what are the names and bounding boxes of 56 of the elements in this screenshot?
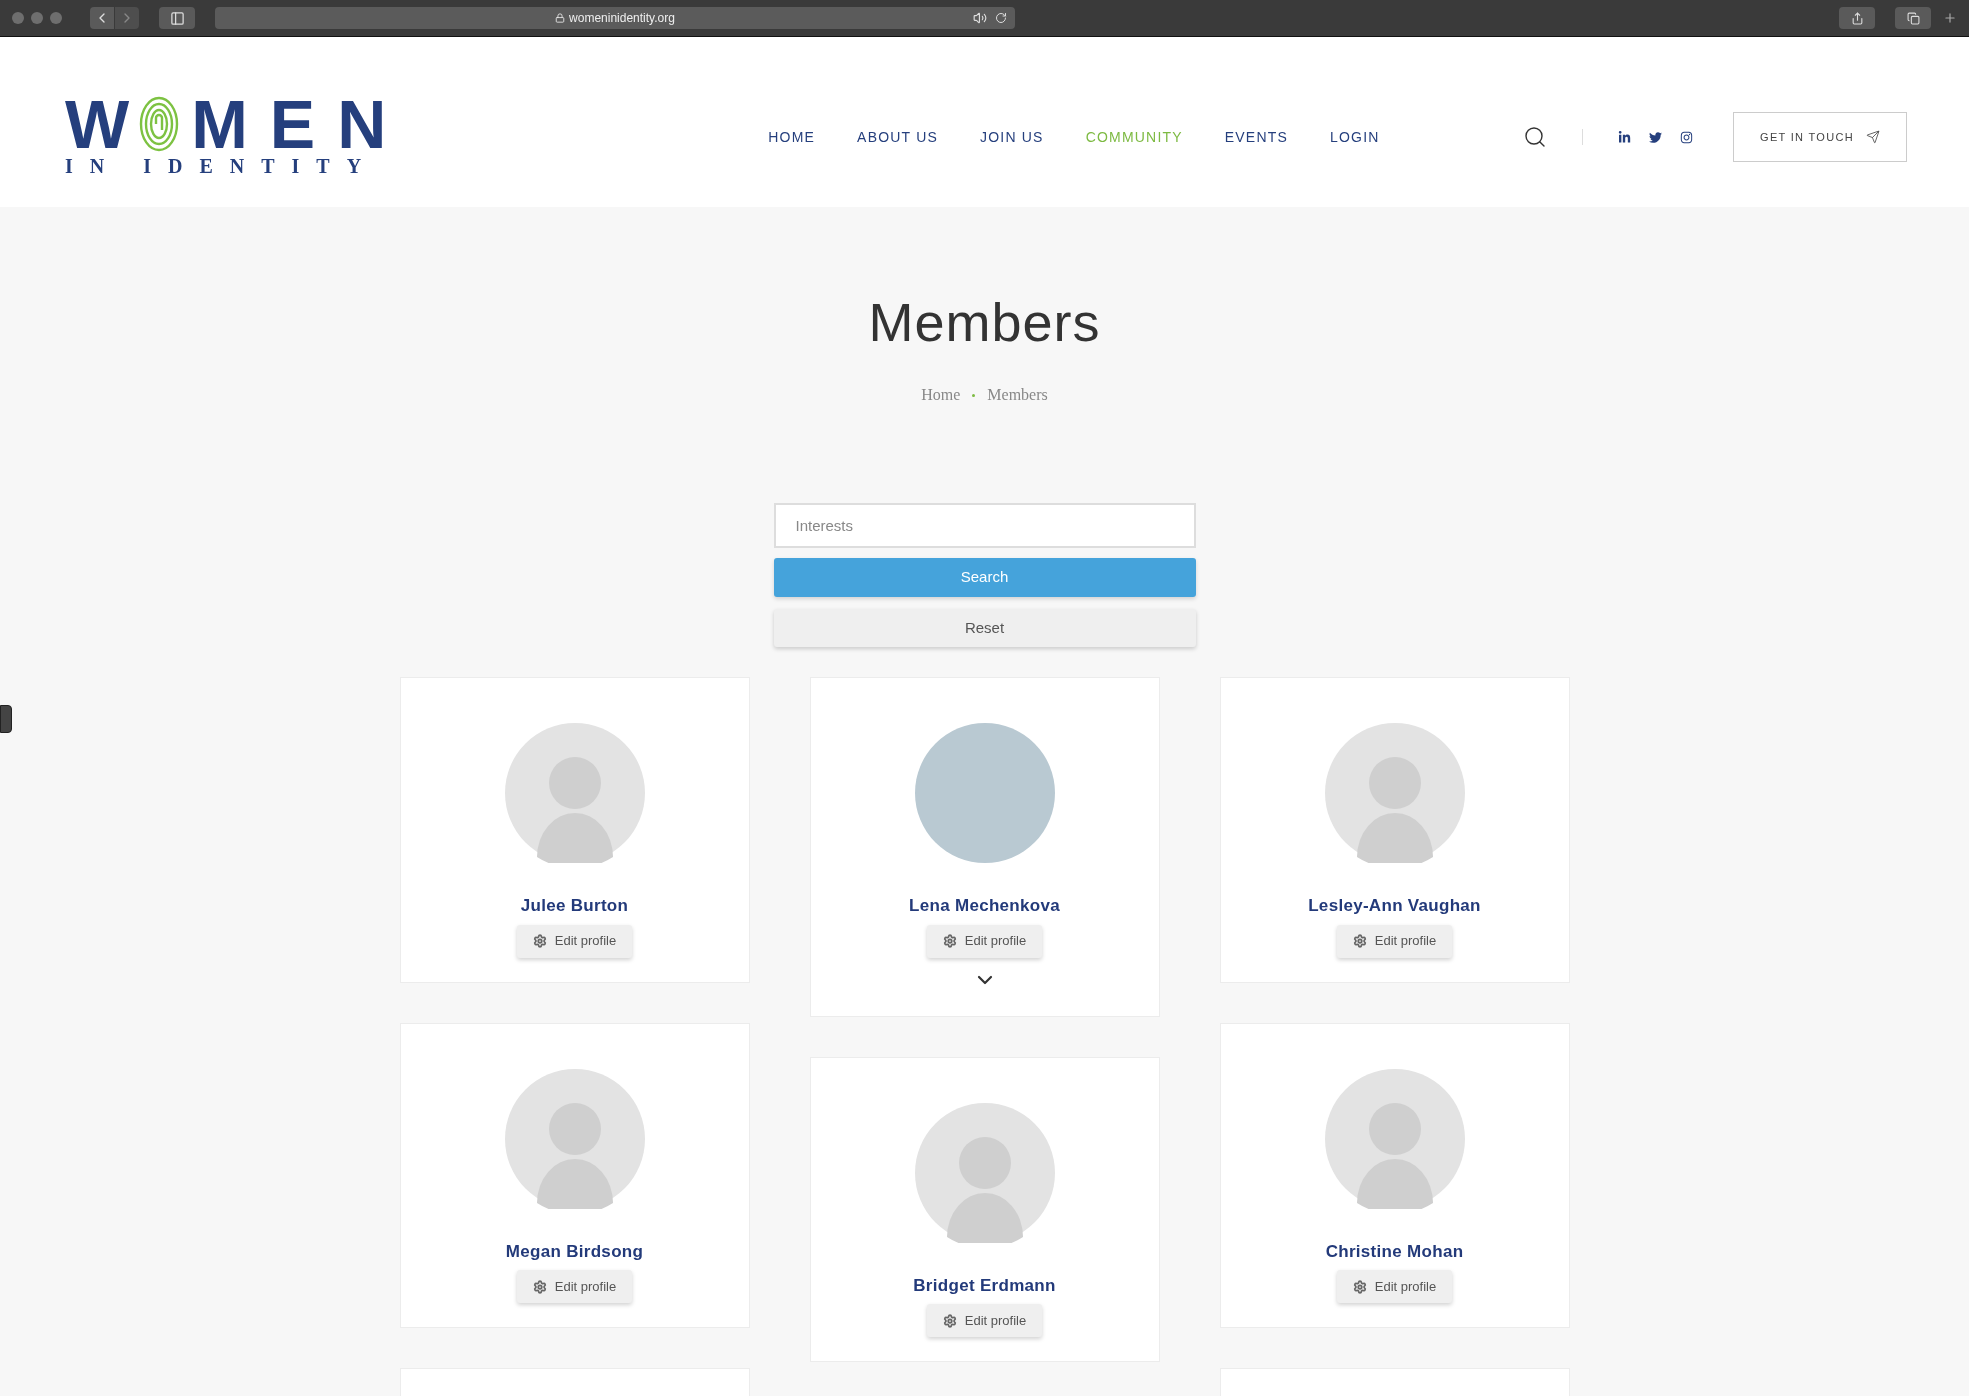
edit-profile-button[interactable]: Edit profile (1336, 924, 1453, 958)
window-control-icon[interactable] (12, 12, 24, 24)
site-logo[interactable]: W MEN IN IDENTITY (65, 96, 409, 178)
gear-icon (1352, 934, 1367, 948)
member-name[interactable]: Bridget Erdmann (913, 1272, 1056, 1298)
reload-icon[interactable] (995, 12, 1007, 24)
logo-text: W (65, 96, 136, 152)
reset-button[interactable]: Reset (773, 609, 1196, 647)
nav-link[interactable]: HOME (768, 126, 816, 148)
search-icon[interactable] (1523, 125, 1547, 149)
edit-profile-button[interactable]: Edit profile (1336, 1270, 1453, 1303)
edit-profile-button[interactable]: Edit profile (926, 924, 1043, 958)
logo-tagline: IN IDENTITY (65, 154, 379, 178)
nav-link[interactable]: JOIN US (980, 126, 1044, 148)
member-name[interactable]: Julee Burton (520, 893, 629, 919)
sidebar-icon (169, 10, 185, 26)
linkedin-icon[interactable] (1618, 130, 1631, 144)
window-control-icon[interactable] (31, 12, 43, 24)
fingerprint-icon (139, 96, 180, 152)
member-name[interactable]: Lesley-Ann Vaughan (1308, 893, 1481, 919)
share-button[interactable] (1839, 7, 1875, 29)
get-in-touch-button[interactable]: GET IN TOUCH (1733, 112, 1907, 162)
gear-icon (532, 934, 547, 948)
gear-icon (942, 1313, 957, 1328)
back-button[interactable] (90, 7, 114, 29)
interests-field[interactable]: Interests (773, 503, 1196, 548)
gear-icon (1352, 1279, 1367, 1294)
paper-plane-icon (1865, 130, 1880, 144)
window-control-icon[interactable] (50, 12, 62, 24)
page-title: Members (868, 295, 1101, 349)
edit-profile-button[interactable]: Edit profile (516, 1270, 633, 1303)
address-bar[interactable]: womeninidentity.org (215, 7, 1015, 29)
nav-link[interactable]: ABOUT US (857, 126, 939, 148)
tabs-button[interactable] (1895, 7, 1931, 29)
nav-link[interactable]: LOGIN (1330, 126, 1380, 148)
tabs-icon (1906, 11, 1920, 25)
breadcrumb-current: Members (987, 385, 1048, 405)
speaker-icon[interactable] (973, 11, 987, 25)
instagram-icon[interactable] (1680, 130, 1693, 144)
url-text: womeninidentity.org (569, 10, 675, 27)
share-icon (1850, 11, 1864, 25)
breadcrumb-separator-icon (972, 393, 976, 397)
lock-icon (555, 13, 566, 23)
edit-profile-button[interactable]: Edit profile (926, 1304, 1043, 1337)
sidebar-button[interactable] (159, 7, 195, 29)
gear-icon (532, 1279, 547, 1294)
new-tab-icon[interactable] (1943, 11, 1957, 25)
logo-text: MEN (191, 96, 409, 152)
nav-link[interactable]: EVENTS (1224, 126, 1288, 148)
gear-icon (942, 934, 957, 948)
edit-profile-button[interactable]: Edit profile (516, 924, 633, 958)
member-name[interactable]: Lena Mechenkova (909, 893, 1060, 919)
twitter-icon[interactable] (1649, 130, 1662, 144)
member-name[interactable]: Christine Mohan (1325, 1238, 1464, 1264)
scroll-handle-icon[interactable] (0, 705, 12, 733)
member-name[interactable]: Megan Birdsong (505, 1238, 644, 1264)
